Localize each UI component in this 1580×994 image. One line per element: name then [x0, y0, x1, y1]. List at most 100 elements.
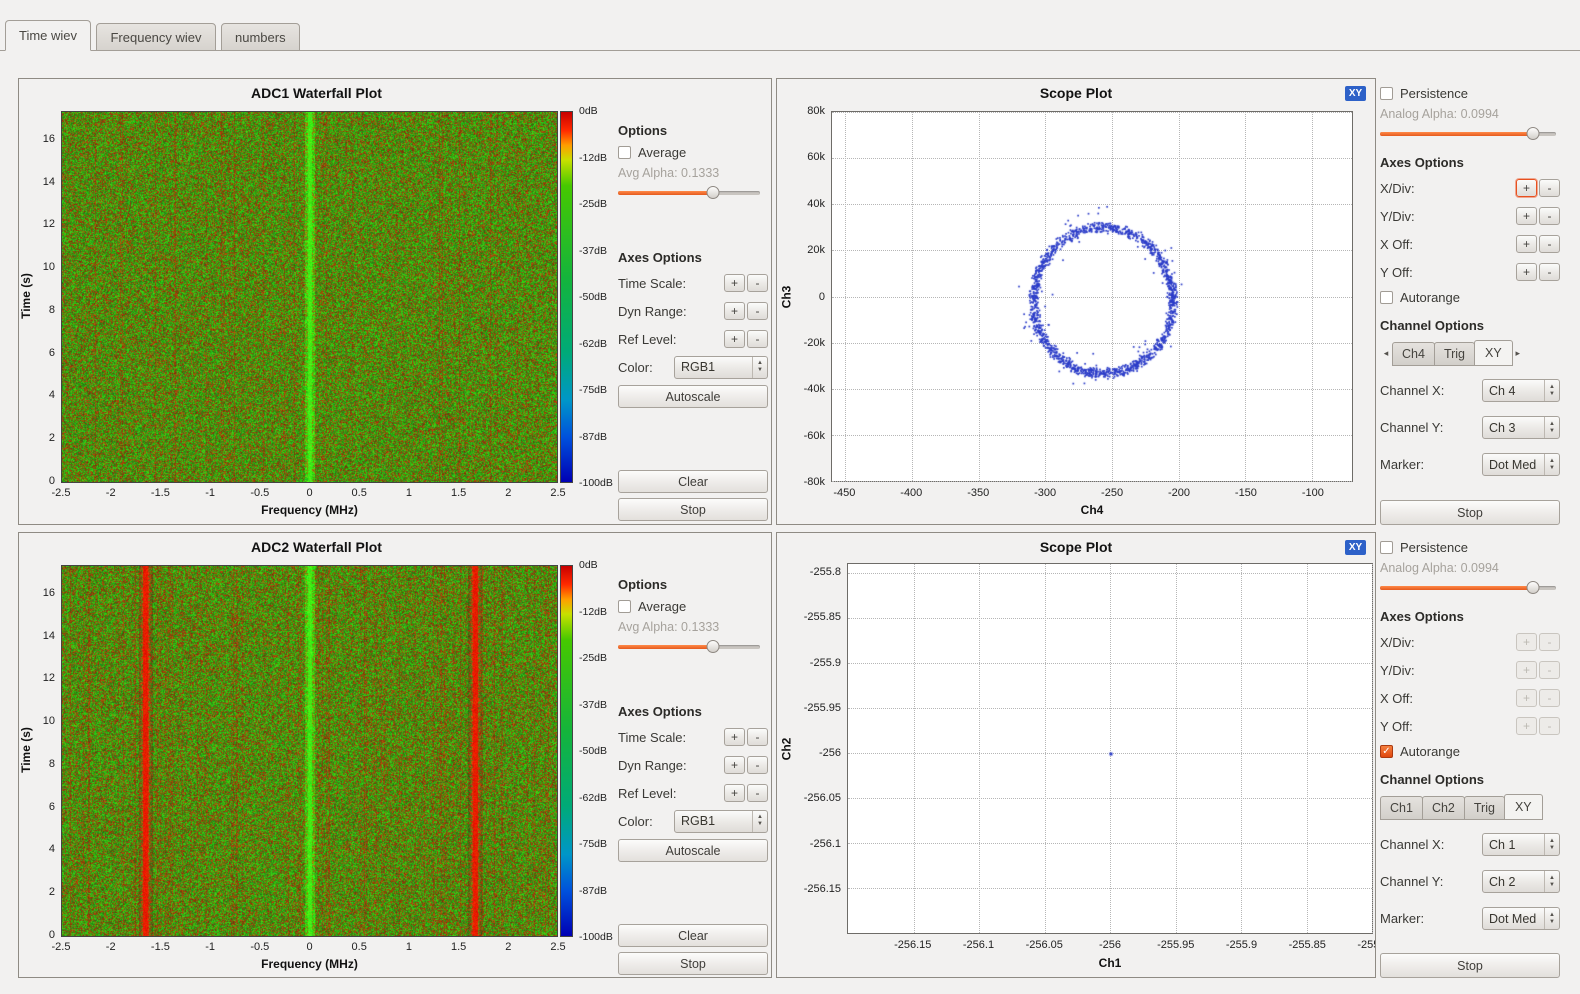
spin-down-icon[interactable]: ▼ [1549, 845, 1555, 852]
time-scale-minus-button[interactable]: - [747, 728, 768, 746]
tab-scroll-right-icon[interactable]: ▸ [1512, 348, 1524, 366]
waterfall2-clear-button[interactable]: Clear [618, 924, 768, 947]
ydiv-plus-button[interactable]: + [1516, 207, 1537, 225]
slider-handle[interactable] [1527, 127, 1540, 140]
waterfall1-stop-button[interactable]: Stop [618, 498, 768, 521]
spin-down-icon[interactable]: ▼ [1549, 882, 1555, 889]
waterfall1-color-combo[interactable]: RGB1 ▲▼ [674, 356, 768, 379]
spin-up-icon[interactable]: ▲ [1549, 458, 1555, 465]
spin-arrows[interactable]: ▲▼ [1544, 417, 1559, 438]
yoff-plus-button[interactable]: + [1516, 263, 1537, 281]
checkbox-box[interactable] [1380, 541, 1393, 554]
spin-arrows[interactable]: ▲▼ [752, 811, 767, 832]
spin-down-icon[interactable]: ▼ [1549, 391, 1555, 398]
scope1-analog-alpha-slider[interactable] [1380, 126, 1556, 142]
spin-up-icon[interactable]: ▲ [1549, 912, 1555, 919]
waterfall2-avg-alpha-slider[interactable] [618, 639, 760, 655]
checkbox-box[interactable] [1380, 291, 1393, 304]
tab-frequency-view[interactable]: Frequency wiev [96, 23, 215, 51]
spin-arrows[interactable]: ▲▼ [1544, 380, 1559, 401]
spin-arrows[interactable]: ▲▼ [1544, 871, 1559, 892]
scope1-channel-y-combo[interactable]: Ch 3 ▲▼ [1482, 416, 1560, 439]
scope2-persistence-checkbox[interactable]: Persistence [1380, 540, 1560, 555]
spin-up-icon[interactable]: ▲ [1549, 838, 1555, 845]
spin-down-icon[interactable]: ▼ [1549, 919, 1555, 926]
scope1-plot-canvas[interactable] [832, 112, 1354, 483]
spin-down-icon[interactable]: ▼ [1549, 428, 1555, 435]
scope1-persistence-checkbox[interactable]: Persistence [1380, 86, 1560, 101]
channel-tab-xy[interactable]: XY [1504, 794, 1543, 820]
yoff-minus-button[interactable]: - [1539, 263, 1560, 281]
waterfall1-average-checkbox[interactable]: Average [618, 145, 768, 160]
xdiv-plus-button[interactable]: + [1516, 179, 1537, 197]
scope2-stop-button[interactable]: Stop [1380, 953, 1560, 978]
spin-down-icon[interactable]: ▼ [1549, 465, 1555, 472]
spin-up-icon[interactable]: ▲ [757, 360, 763, 367]
scope1-channel-x-combo[interactable]: Ch 4 ▲▼ [1482, 379, 1560, 402]
xdiv-minus-button[interactable]: - [1539, 179, 1560, 197]
checkbox-box[interactable]: ✓ [1380, 745, 1393, 758]
checkbox-box[interactable] [618, 600, 631, 613]
waterfall1-avg-alpha-slider[interactable] [618, 185, 760, 201]
spin-up-icon[interactable]: ▲ [757, 814, 763, 821]
waterfall1-clear-button[interactable]: Clear [618, 470, 768, 493]
scope2-plot[interactable] [847, 563, 1373, 934]
tab-time-view[interactable]: Time wiev [5, 20, 91, 51]
scope2-autorange-checkbox[interactable]: ✓ Autorange [1380, 744, 1560, 759]
dyn-range-plus-button[interactable]: + [724, 302, 745, 320]
waterfall2-stop-button[interactable]: Stop [618, 952, 768, 975]
scope1-autorange-checkbox[interactable]: Autorange [1380, 290, 1560, 305]
ref-level-plus-button[interactable]: + [724, 784, 745, 802]
spin-down-icon[interactable]: ▼ [757, 821, 763, 828]
checkbox-box[interactable] [1380, 87, 1393, 100]
spin-up-icon[interactable]: ▲ [1549, 875, 1555, 882]
spin-arrows[interactable]: ▲▼ [1544, 908, 1559, 929]
scope2-marker-combo[interactable]: Dot Med ▲▼ [1482, 907, 1560, 930]
channel-tab-trig[interactable]: Trig [1464, 796, 1505, 820]
scope1-marker-combo[interactable]: Dot Med ▲▼ [1482, 453, 1560, 476]
ref-level-minus-button[interactable]: - [747, 330, 768, 348]
channel-tab-trig[interactable]: Trig [1434, 342, 1475, 366]
xoff-plus-button[interactable]: + [1516, 235, 1537, 253]
channel-tab-xy[interactable]: XY [1474, 340, 1513, 366]
waterfall2-average-checkbox[interactable]: Average [618, 599, 768, 614]
tab-numbers[interactable]: numbers [221, 23, 300, 51]
ref-level-minus-button[interactable]: - [747, 784, 768, 802]
spin-down-icon[interactable]: ▼ [757, 367, 763, 374]
dyn-range-minus-button[interactable]: - [747, 302, 768, 320]
time-scale-plus-button[interactable]: + [724, 728, 745, 746]
waterfall1-plot[interactable] [61, 111, 558, 483]
spin-arrows[interactable]: ▲▼ [1544, 834, 1559, 855]
waterfall1-autoscale-button[interactable]: Autoscale [618, 385, 768, 408]
x-tick-label: -255.85 [1289, 939, 1326, 951]
ydiv-minus-button[interactable]: - [1539, 207, 1560, 225]
xoff-minus-button[interactable]: - [1539, 235, 1560, 253]
dyn-range-plus-button[interactable]: + [724, 756, 745, 774]
waterfall2-color-combo[interactable]: RGB1 ▲▼ [674, 810, 768, 833]
channel-tab-ch4[interactable]: Ch4 [1392, 342, 1435, 366]
scope2-channel-x-combo[interactable]: Ch 1 ▲▼ [1482, 833, 1560, 856]
check-icon: ✓ [1382, 746, 1390, 757]
channel-tab-ch1[interactable]: Ch1 [1380, 796, 1423, 820]
scope1-plot[interactable] [831, 111, 1353, 482]
dyn-range-minus-button[interactable]: - [747, 756, 768, 774]
time-scale-minus-button[interactable]: - [747, 274, 768, 292]
slider-handle[interactable] [707, 640, 720, 653]
waterfall2-plot[interactable] [61, 565, 558, 937]
time-scale-plus-button[interactable]: + [724, 274, 745, 292]
tab-scroll-left-icon[interactable]: ◂ [1380, 348, 1392, 366]
spin-arrows[interactable]: ▲▼ [752, 357, 767, 378]
waterfall2-autoscale-button[interactable]: Autoscale [618, 839, 768, 862]
spin-up-icon[interactable]: ▲ [1549, 384, 1555, 391]
channel-tab-ch2[interactable]: Ch2 [1422, 796, 1465, 820]
slider-handle[interactable] [707, 186, 720, 199]
spin-arrows[interactable]: ▲▼ [1544, 454, 1559, 475]
scope2-analog-alpha-slider[interactable] [1380, 580, 1556, 596]
scope2-channel-y-combo[interactable]: Ch 2 ▲▼ [1482, 870, 1560, 893]
checkbox-box[interactable] [618, 146, 631, 159]
scope1-stop-button[interactable]: Stop [1380, 500, 1560, 525]
scope2-plot-canvas[interactable] [848, 564, 1374, 935]
slider-handle[interactable] [1527, 581, 1540, 594]
spin-up-icon[interactable]: ▲ [1549, 421, 1555, 428]
ref-level-plus-button[interactable]: + [724, 330, 745, 348]
